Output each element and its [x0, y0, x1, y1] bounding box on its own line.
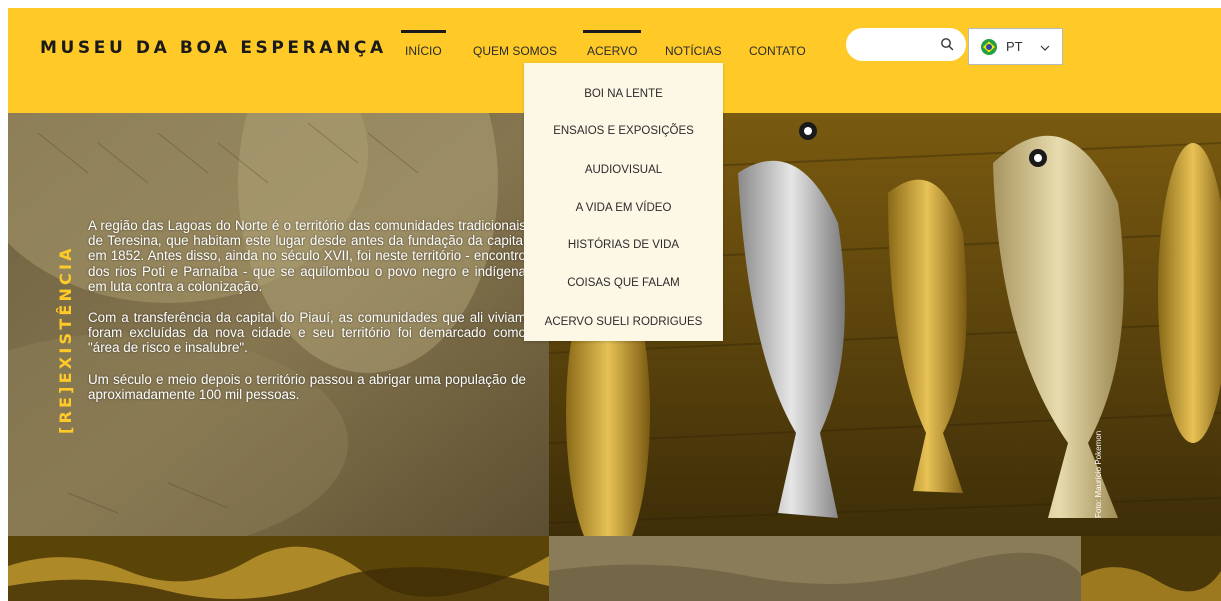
acervo-dropdown-menu: BOI NA LENTE ENSAIOS E EXPOSIÇÕES AUDIOV…: [524, 63, 723, 341]
chevron-down-icon: [1040, 45, 1050, 51]
side-title: [RE]EXISTÊNCIA: [56, 245, 75, 434]
top-strip: [0, 0, 1221, 8]
dropdown-item-a-vida-em-video[interactable]: A VIDA EM VÍDEO: [524, 202, 723, 214]
search-icon[interactable]: [940, 37, 954, 51]
search-input[interactable]: [858, 36, 938, 53]
dropdown-item-historias-de-vida[interactable]: HISTÓRIAS DE VIDA: [524, 239, 723, 251]
hero-paragraph: Um século e meio depois o território pas…: [88, 371, 526, 402]
photo-credit: Foto: Maurício Pokemon: [1094, 430, 1103, 518]
language-label: PT: [1006, 39, 1023, 54]
search-box[interactable]: [846, 28, 966, 61]
nav-item-noticias[interactable]: NOTÍCIAS: [665, 44, 722, 58]
dropdown-item-acervo-sueli-rodrigues[interactable]: ACERVO SUELI RODRIGUES: [524, 316, 723, 328]
dropdown-item-coisas-que-falam[interactable]: COISAS QUE FALAM: [524, 277, 723, 289]
site-logo[interactable]: MUSEU DA BOA ESPERANÇA: [40, 38, 387, 58]
nav-item-inicio[interactable]: INÍCIO: [401, 30, 446, 58]
nav-item-acervo[interactable]: ACERVO: [582, 30, 642, 58]
hero-text: A região das Lagoas do Norte é o territó…: [88, 218, 526, 418]
hero-paragraph: A região das Lagoas do Norte é o territó…: [88, 218, 526, 294]
dropdown-item-boi-na-lente[interactable]: BOI NA LENTE: [524, 88, 723, 100]
language-selector[interactable]: PT: [968, 28, 1063, 65]
dropdown-item-audiovisual[interactable]: AUDIOVISUAL: [524, 164, 723, 176]
bottom-image-strip: [8, 536, 1221, 601]
nav-item-contato[interactable]: CONTATO: [749, 44, 806, 58]
hero-paragraph: Com a transferência da capital do Piauí,…: [88, 310, 526, 356]
dropdown-item-ensaios-e-exposicoes[interactable]: ENSAIOS E EXPOSIÇÕES: [524, 125, 723, 137]
nav-item-quem-somos[interactable]: QUEM SOMOS: [473, 44, 557, 58]
brazil-flag-icon: [981, 39, 997, 55]
